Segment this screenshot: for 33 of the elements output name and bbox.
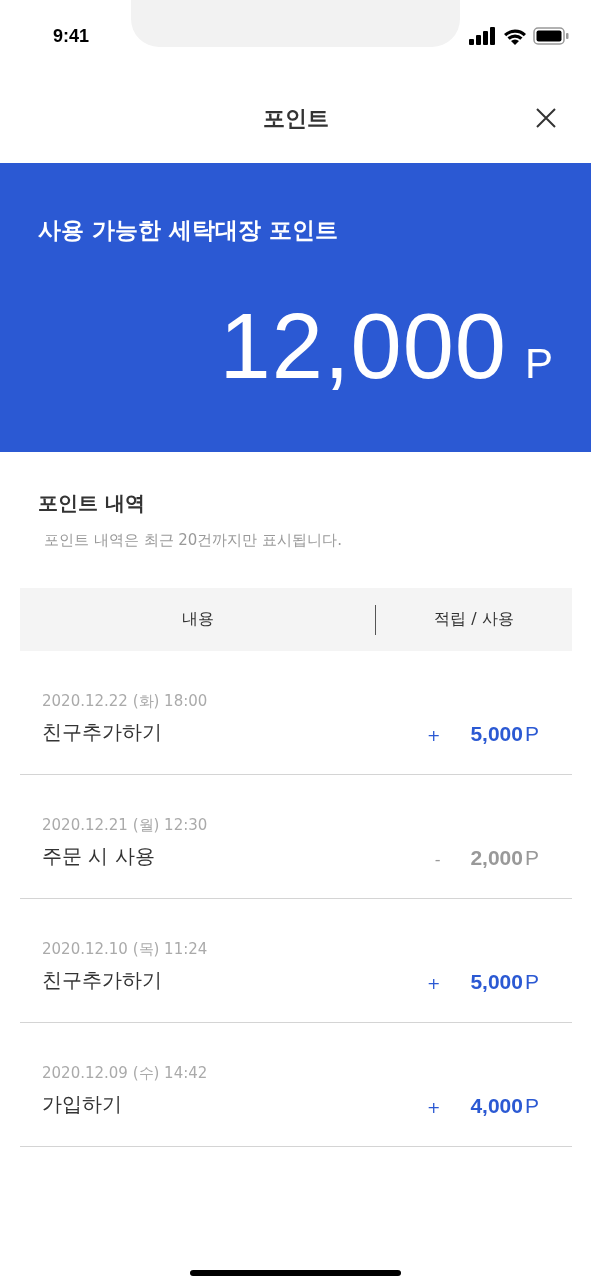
point-unit: P — [525, 1094, 539, 1118]
sign: + — [427, 974, 441, 993]
sign: - — [434, 850, 441, 869]
entry-amount: 4,000 — [470, 1094, 523, 1118]
history-note: 포인트 내역은 최근 20건까지만 표시됩니다. — [44, 531, 343, 550]
wifi-icon — [503, 27, 527, 45]
point-unit: P — [525, 846, 539, 870]
entry-date: 2020.12.10 (목) 11:24 — [42, 940, 208, 959]
entry-amount: 5,000 — [470, 722, 523, 746]
entry-date: 2020.12.09 (수) 14:42 — [42, 1064, 208, 1083]
section-title: 포인트 내역 — [38, 490, 146, 517]
sign: + — [427, 1098, 441, 1117]
balance-amount: 12,000 — [219, 294, 507, 399]
page-title: 포인트 — [262, 105, 329, 133]
entry-title: 친구추가하기 — [42, 719, 163, 746]
entry-amount: 2,000 — [470, 846, 523, 870]
entry-title: 주문 시 사용 — [42, 843, 156, 870]
sign: + — [427, 726, 441, 745]
close-icon[interactable] — [535, 107, 557, 129]
entry-title: 친구추가하기 — [42, 967, 163, 994]
signal-icon — [469, 27, 497, 45]
column-header: 적립 / 사용 — [433, 609, 515, 630]
status-time: 9:41 — [53, 26, 90, 47]
point-unit: P — [525, 722, 539, 746]
column-header: 내용 — [180, 609, 215, 630]
entry-title: 가입하기 — [42, 1091, 123, 1118]
balance-label: 사용 가능한 세탁대장 포인트 — [38, 216, 340, 245]
battery-icon — [533, 27, 569, 45]
entry-amount: 5,000 — [470, 970, 523, 994]
entry-date: 2020.12.22 (화) 18:00 — [42, 692, 208, 711]
point-unit: P — [525, 970, 539, 994]
entry-date: 2020.12.21 (월) 12:30 — [42, 816, 208, 835]
point-unit: P — [525, 340, 553, 388]
